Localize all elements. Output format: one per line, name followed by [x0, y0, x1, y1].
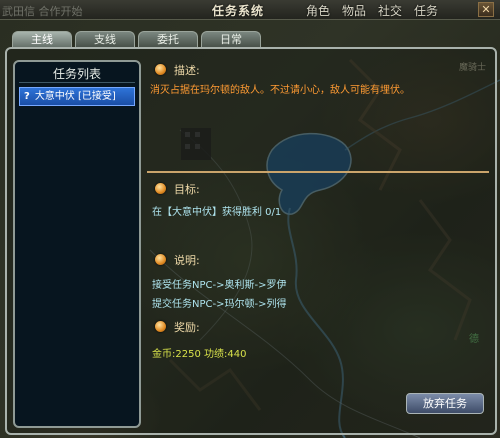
- menu-social[interactable]: 社交: [378, 2, 402, 19]
- abandon-quest-button[interactable]: 放弃任务: [406, 393, 484, 414]
- question-mark-icon: ?: [24, 91, 30, 102]
- explanation-line: 接受任务NPC->奥利斯->罗伊: [152, 280, 287, 291]
- quest-list-title: 任务列表: [52, 67, 101, 81]
- bullet-icon: [155, 321, 166, 332]
- objective-text: 在【大意中伏】获得胜利 0/1: [152, 207, 282, 218]
- reward-text: 金币:2250 功绩:440: [152, 349, 247, 360]
- description-text: 消灭占据在玛尔顿的敌人。不过请小心，敌人可能有埋伏。: [150, 85, 410, 96]
- reward-label: 奖励:: [174, 321, 200, 334]
- bullet-icon: [155, 183, 166, 194]
- close-icon[interactable]: ✕: [478, 2, 494, 17]
- divider: [147, 171, 489, 173]
- explanation-label: 说明:: [174, 254, 200, 267]
- window-title: 任务系统: [212, 4, 265, 18]
- menu-items[interactable]: 物品: [342, 2, 366, 19]
- tab-side[interactable]: 支线: [75, 31, 135, 47]
- divider: [19, 82, 135, 83]
- tab-main[interactable]: 主线: [12, 31, 72, 47]
- top-menu: 角色 物品 社交 任务: [306, 2, 438, 19]
- tab-commission[interactable]: 委托: [138, 31, 198, 47]
- tab-daily[interactable]: 日常: [201, 31, 261, 47]
- quest-list-item[interactable]: ? 大意中伏 [已接受]: [19, 87, 135, 106]
- objective-label: 目标:: [174, 183, 200, 196]
- quest-item-label: 大意中伏 [已接受]: [34, 91, 116, 102]
- hud-status-text: 武田信 合作开始: [2, 5, 83, 18]
- menu-character[interactable]: 角色: [306, 2, 330, 19]
- quest-list: 任务列表 ? 大意中伏 [已接受]: [13, 60, 141, 428]
- menu-quests[interactable]: 任务: [414, 2, 438, 19]
- quest-tabs: 主线 支线 委托 日常: [12, 31, 261, 47]
- bullet-icon: [155, 254, 166, 265]
- bullet-icon: [155, 64, 166, 75]
- explanation-line: 提交任务NPC->玛尔顿->列得: [152, 299, 287, 310]
- description-label: 描述:: [174, 64, 200, 77]
